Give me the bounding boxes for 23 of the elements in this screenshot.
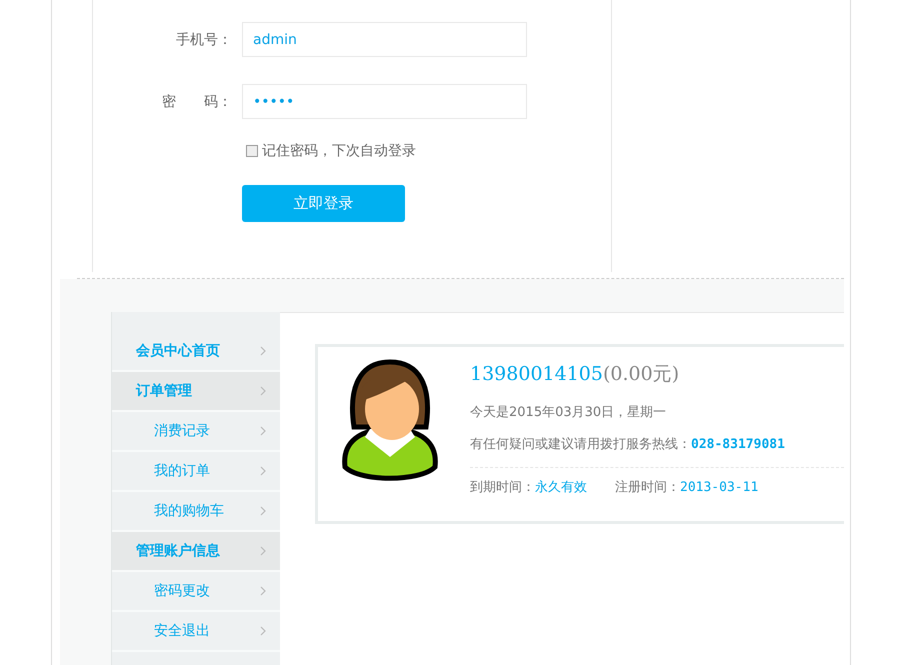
expiry-text: 到期时间：永久有效 bbox=[470, 479, 587, 496]
chevron-icon bbox=[260, 426, 266, 436]
chevron-icon bbox=[260, 386, 266, 396]
sidebar-item[interactable]: 订单管理 bbox=[112, 372, 280, 412]
chevron-icon bbox=[260, 626, 266, 636]
login-button[interactable]: 立即登录 bbox=[242, 185, 405, 222]
field-label: 密 码： bbox=[161, 92, 233, 110]
chevron-icon bbox=[260, 506, 266, 516]
avatar-icon bbox=[340, 357, 440, 482]
chevron-icon bbox=[260, 346, 266, 356]
input-field[interactable]: ••••• bbox=[242, 84, 527, 119]
checkbox[interactable] bbox=[246, 145, 258, 157]
hotline-text: 有任何疑问或建议请用拨打服务热线：028-83179081 bbox=[470, 436, 786, 453]
account-title: 13980014105(0.00元) bbox=[470, 362, 680, 387]
registered-text: 注册时间：2013-03-11 bbox=[615, 479, 758, 496]
chevron-icon bbox=[260, 586, 266, 596]
field-label: 手机号： bbox=[175, 30, 233, 48]
chevron-icon bbox=[260, 546, 266, 556]
checkbox-label: 记住密码，下次自动登录 bbox=[262, 142, 416, 160]
date-text: 今天是2015年03月30日，星期一 bbox=[470, 404, 668, 421]
chevron-icon bbox=[260, 466, 266, 476]
sidebar-item[interactable]: 管理账户信息 bbox=[112, 532, 280, 572]
input-field[interactable]: admin bbox=[242, 22, 527, 57]
